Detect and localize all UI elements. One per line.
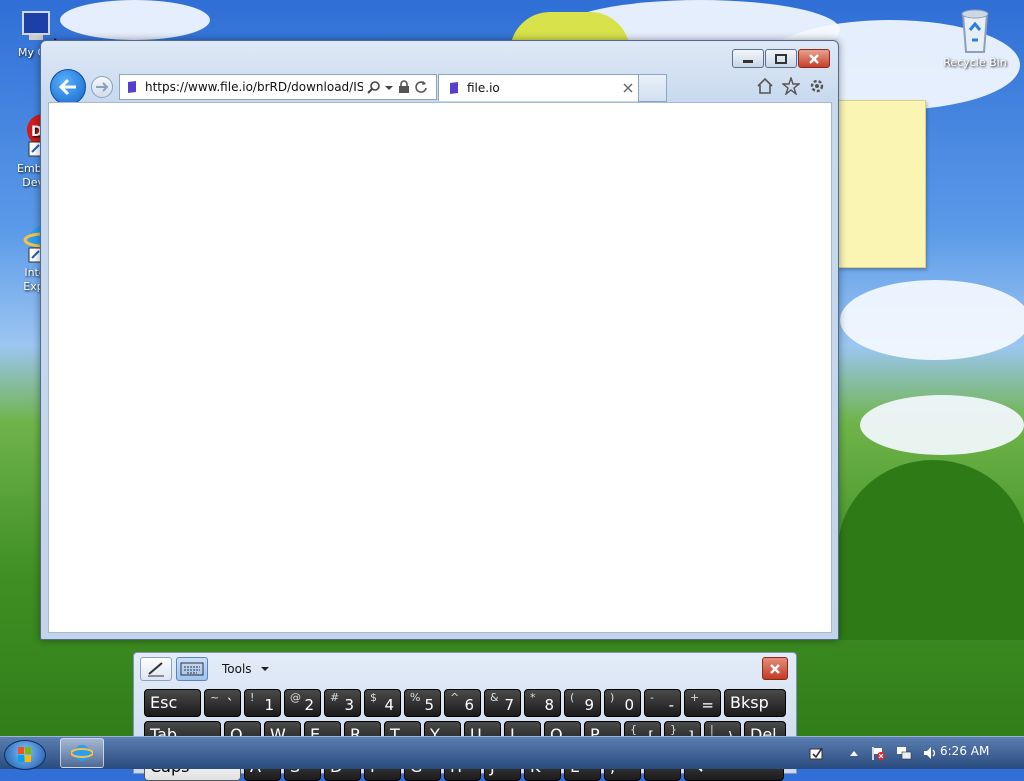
key-backspace[interactable]: Bksp bbox=[724, 689, 786, 717]
network-icon[interactable] bbox=[896, 745, 912, 761]
key-7[interactable]: & 7 bbox=[484, 689, 521, 717]
lock-icon[interactable] bbox=[398, 80, 410, 94]
key-0[interactable]: ) 0 bbox=[604, 689, 641, 717]
key-3[interactable]: #3 bbox=[324, 689, 361, 717]
sticky-note[interactable] bbox=[838, 100, 926, 268]
keyboard-mode-button[interactable] bbox=[176, 657, 208, 681]
taskbar-internet-explorer-button[interactable] bbox=[60, 738, 104, 768]
refresh-icon[interactable] bbox=[414, 80, 428, 94]
close-icon bbox=[770, 663, 780, 674]
keyboard-close-button[interactable] bbox=[762, 657, 788, 680]
desktop-icon-label: Recycle Bin bbox=[943, 56, 1007, 69]
minimize-button[interactable] bbox=[732, 49, 764, 68]
browser-toolbar-icons bbox=[756, 77, 826, 95]
page-content-area[interactable] bbox=[48, 102, 832, 633]
key-esc[interactable]: Esc bbox=[144, 689, 201, 717]
action-center-icon[interactable] bbox=[808, 745, 824, 761]
tab-title: file.io bbox=[467, 81, 500, 95]
keyboard-toolbar: Tools bbox=[140, 657, 270, 681]
site-favicon-icon bbox=[128, 81, 136, 93]
desktop-icon-recycle-bin[interactable]: Recycle Bin bbox=[940, 6, 1010, 69]
key-5[interactable]: % 5 bbox=[404, 689, 441, 717]
address-bar[interactable]: https://www.file.io/brRD/download/ISul2 bbox=[119, 74, 437, 100]
start-button[interactable] bbox=[4, 740, 46, 770]
home-icon[interactable] bbox=[756, 77, 774, 95]
close-icon bbox=[809, 53, 819, 64]
key-2[interactable]: @2 bbox=[284, 689, 321, 717]
computer-icon bbox=[17, 8, 53, 44]
key-8[interactable]: * 8 bbox=[524, 689, 561, 717]
flag-warning-icon[interactable] bbox=[870, 745, 886, 761]
recycle-bin-icon bbox=[955, 6, 995, 54]
tools-menu[interactable]: Tools bbox=[222, 662, 270, 676]
arrow-left-icon bbox=[58, 78, 76, 96]
tab-close-icon[interactable] bbox=[623, 83, 633, 93]
star-icon[interactable] bbox=[782, 77, 800, 95]
key-1[interactable]: ! 1 bbox=[244, 689, 281, 717]
browser-window: https://www.file.io/brRD/download/ISul2 … bbox=[40, 40, 839, 640]
keyboard-icon bbox=[180, 662, 204, 676]
key-row-numbers: Esc ~ ` ! 1 @2 #3 $4 % 5 ^ 6 & 7 * 8 (9 ) 0 -- … bbox=[144, 689, 786, 717]
internet-explorer-icon bbox=[71, 745, 93, 761]
system-tray bbox=[808, 740, 938, 766]
new-tab-button[interactable] bbox=[638, 74, 667, 102]
show-hidden-icons-icon[interactable] bbox=[848, 747, 860, 759]
maximize-icon bbox=[775, 53, 787, 64]
key-4[interactable]: $4 bbox=[364, 689, 401, 717]
taskbar-clock[interactable]: 6:26 AM bbox=[940, 744, 989, 758]
key-minus[interactable]: -- bbox=[644, 689, 681, 717]
handwriting-mode-button[interactable] bbox=[140, 657, 172, 681]
key-9[interactable]: (9 bbox=[564, 689, 601, 717]
tab-favicon-icon bbox=[450, 82, 458, 94]
tab-file-io[interactable]: file.io bbox=[438, 74, 640, 101]
arrow-right-icon bbox=[96, 82, 109, 92]
windows-logo-icon bbox=[18, 747, 31, 762]
window-controls bbox=[732, 49, 830, 68]
url-text[interactable]: https://www.file.io/brRD/download/ISul2 bbox=[145, 80, 363, 94]
tools-label: Tools bbox=[222, 662, 252, 676]
forward-button[interactable] bbox=[91, 76, 113, 98]
minimize-icon bbox=[743, 59, 753, 63]
chevron-down-icon[interactable] bbox=[384, 80, 394, 94]
chevron-down-icon bbox=[260, 667, 269, 671]
close-window-button[interactable] bbox=[798, 49, 830, 68]
key-6[interactable]: ^ 6 bbox=[444, 689, 481, 717]
pen-icon bbox=[148, 662, 164, 677]
back-button[interactable] bbox=[50, 69, 86, 105]
maximize-button[interactable] bbox=[765, 49, 797, 68]
gear-icon[interactable] bbox=[808, 77, 826, 95]
search-icon[interactable] bbox=[367, 80, 381, 94]
volume-icon[interactable] bbox=[922, 745, 938, 761]
key-equals[interactable]: + = bbox=[684, 689, 721, 717]
key-backtick[interactable]: ~ ` bbox=[204, 689, 241, 717]
